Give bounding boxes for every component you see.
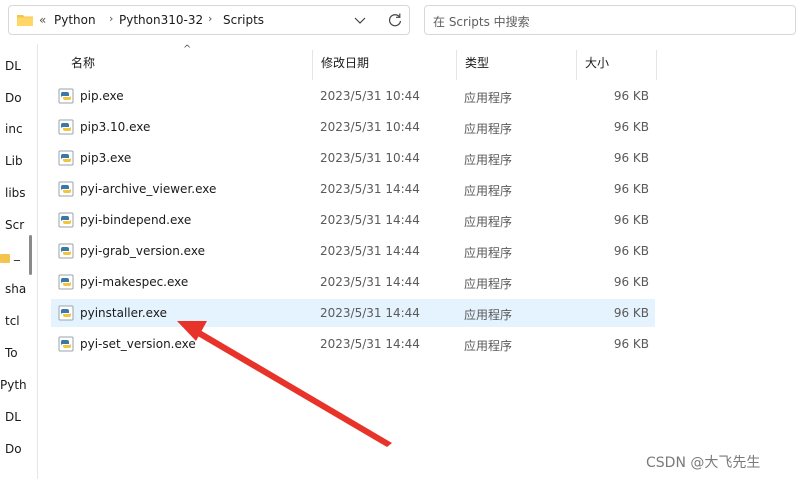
file-type: 应用程序	[464, 153, 513, 167]
file-row[interactable]: pip3.exe 2023/5/31 10:44 应用程序 96 KB	[51, 144, 655, 172]
file-size: 96 KB	[613, 151, 649, 165]
file-name: pip3.10.exe	[80, 120, 151, 134]
file-modified: 2023/5/31 14:44	[320, 213, 420, 227]
python-icon	[58, 212, 74, 228]
python-icon	[58, 274, 74, 290]
file-name: pip3.exe	[80, 151, 132, 165]
file-size: 96 KB	[613, 337, 649, 351]
folder-icon	[17, 15, 33, 26]
file-modified: 2023/5/31 14:44	[320, 275, 420, 289]
column-header-row: ^ 名称 修改日期 类型 大小	[37, 44, 657, 80]
python-icon	[58, 305, 74, 321]
folder-icon	[0, 254, 10, 263]
chevron-down-icon[interactable]	[352, 11, 368, 29]
file-name: pyi-makespec.exe	[80, 275, 189, 289]
breadcrumb-scripts[interactable]: Scripts	[223, 13, 264, 27]
python-icon	[58, 243, 74, 259]
file-modified: 2023/5/31 14:44	[320, 337, 420, 351]
nav-item[interactable]: DL	[5, 59, 21, 73]
nav-item[interactable]: tcl	[5, 314, 20, 328]
breadcrumb-python310[interactable]: Python310-32	[119, 13, 203, 27]
file-modified: 2023/5/31 10:44	[320, 120, 420, 134]
file-row[interactable]: pyi-makespec.exe 2023/5/31 14:44 应用程序 96…	[51, 268, 655, 296]
file-size: 96 KB	[613, 182, 649, 196]
file-modified: 2023/5/31 14:44	[320, 182, 420, 196]
chevron-right-icon[interactable]: ›	[208, 12, 212, 25]
file-type: 应用程序	[464, 308, 513, 322]
file-type: 应用程序	[464, 122, 513, 136]
file-row[interactable]: pyi-grab_version.exe 2023/5/31 14:44 应用程…	[51, 237, 655, 265]
column-modified-label: 修改日期	[321, 56, 370, 70]
file-name: pyi-bindepend.exe	[80, 213, 192, 227]
file-size: 96 KB	[613, 306, 649, 320]
file-name: pyi-grab_version.exe	[80, 244, 205, 258]
breadcrumb-python[interactable]: Python	[54, 13, 96, 27]
refresh-icon[interactable]	[386, 11, 404, 29]
toolbar: « Python › Python310-32 › Scripts 在 Scri…	[0, 0, 797, 44]
column-name-label: 名称	[71, 56, 96, 70]
python-icon	[58, 336, 74, 352]
file-type: 应用程序	[464, 339, 513, 353]
nav-item[interactable]: Do	[5, 91, 22, 105]
nav-item[interactable]: To	[5, 346, 18, 360]
file-row[interactable]: pyi-archive_viewer.exe 2023/5/31 14:44 应…	[51, 175, 655, 203]
column-name-header[interactable]: 名称	[63, 50, 313, 80]
column-size-header[interactable]: 大小	[577, 50, 657, 80]
column-modified-header[interactable]: 修改日期	[313, 50, 457, 80]
file-size: 96 KB	[613, 244, 649, 258]
file-type: 应用程序	[464, 91, 513, 105]
column-type-label: 类型	[465, 56, 490, 70]
file-name: pyi-set_version.exe	[80, 337, 196, 351]
file-type: 应用程序	[464, 246, 513, 260]
python-icon	[58, 181, 74, 197]
path-overflow-button[interactable]: «	[39, 13, 46, 27]
file-row[interactable]: pyi-bindepend.exe 2023/5/31 14:44 应用程序 9…	[51, 206, 655, 234]
file-size: 96 KB	[613, 89, 649, 103]
nav-scrollbar[interactable]	[29, 235, 32, 275]
nav-item[interactable]: DL	[5, 410, 21, 424]
file-type: 应用程序	[464, 184, 513, 198]
file-size: 96 KB	[613, 120, 649, 134]
file-modified: 2023/5/31 10:44	[320, 151, 420, 165]
file-row[interactable]: pip.exe 2023/5/31 10:44 应用程序 96 KB	[51, 82, 655, 110]
search-placeholder: 在 Scripts 中搜索	[433, 15, 530, 29]
file-type: 应用程序	[464, 215, 513, 229]
address-bar[interactable]: « Python › Python310-32 › Scripts	[8, 5, 410, 35]
file-size: 96 KB	[613, 275, 649, 289]
file-modified: 2023/5/31 14:44	[320, 244, 420, 258]
file-type: 应用程序	[464, 277, 513, 291]
file-row-selected[interactable]: pyinstaller.exe 2023/5/31 14:44 应用程序 96 …	[51, 299, 655, 327]
navigation-pane: DL Do inc Lib libs Scr _ sha tcl To Pyth…	[0, 44, 38, 479]
nav-item[interactable]: Do	[5, 442, 22, 456]
file-size: 96 KB	[613, 213, 649, 227]
nav-item[interactable]: Pyth	[0, 378, 27, 392]
file-row[interactable]: pip3.10.exe 2023/5/31 10:44 应用程序 96 KB	[51, 113, 655, 141]
nav-item[interactable]: _	[14, 247, 20, 261]
python-icon	[58, 88, 74, 104]
chevron-right-icon[interactable]: ›	[109, 12, 113, 25]
file-name: pip.exe	[80, 89, 124, 103]
python-icon	[58, 119, 74, 135]
column-size-label: 大小	[585, 56, 610, 70]
search-input[interactable]: 在 Scripts 中搜索	[424, 5, 796, 35]
watermark: CSDN @大飞先生	[646, 455, 761, 471]
nav-item[interactable]: Lib	[5, 154, 23, 168]
file-modified: 2023/5/31 14:44	[320, 306, 420, 320]
file-name: pyinstaller.exe	[80, 306, 167, 320]
nav-item[interactable]: libs	[5, 186, 26, 200]
file-row[interactable]: pyi-set_version.exe 2023/5/31 14:44 应用程序…	[51, 330, 655, 358]
file-modified: 2023/5/31 10:44	[320, 89, 420, 103]
nav-item[interactable]: Scr	[5, 218, 24, 232]
nav-item[interactable]: inc	[5, 122, 23, 136]
column-type-header[interactable]: 类型	[457, 50, 577, 80]
file-name: pyi-archive_viewer.exe	[80, 182, 217, 196]
python-icon	[58, 150, 74, 166]
nav-item[interactable]: sha	[5, 282, 26, 296]
